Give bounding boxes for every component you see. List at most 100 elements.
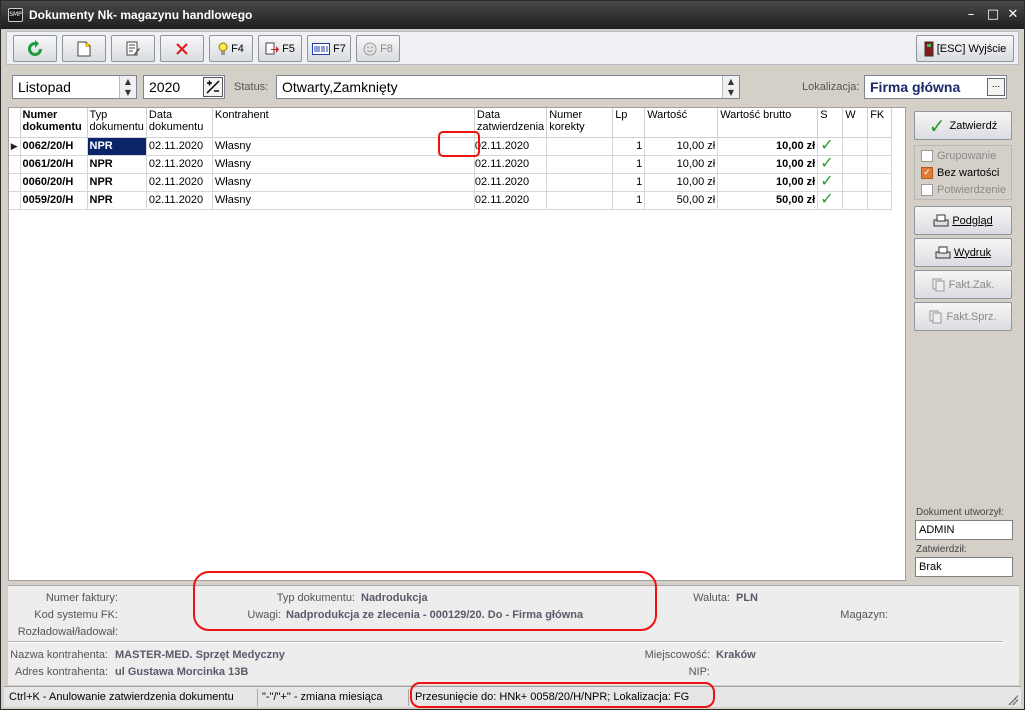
status-select[interactable]: Otwarty,Zamknięty ▲ ▼ [276,75,740,99]
table-row[interactable]: 0059/20/H NPR 02.11.2020 Własny 02.11.2020 1 5… [9,191,893,210]
details-separator [8,641,1003,643]
cell-brutto: 10,00 zł [717,155,819,174]
minimize-icon[interactable]: – [963,7,979,23]
year-field[interactable]: 2020 [143,75,225,99]
column-header[interactable]: Numer dokumentu [20,108,88,138]
f5-button[interactable]: F5 [258,35,302,62]
column-header[interactable]: W [842,108,869,138]
column-header[interactable]: Typ dokumentu [87,108,147,138]
approval-date: 02.11.2020 [474,158,530,170]
cell-s: ✓ [817,137,844,156]
year-stepper-icon[interactable] [203,77,223,97]
smiley-icon [363,42,377,55]
preview-button[interactable]: Podgląd [914,206,1012,235]
month-select[interactable]: Listopad ▲ ▼ [12,75,137,99]
column-header[interactable]: Kontrahent [212,108,475,138]
column-header[interactable]: S [817,108,844,138]
column-header[interactable]: Data dokumentu [146,108,213,138]
cell-typ: NPR [87,173,147,192]
nip-label: NIP: [688,666,710,678]
cell-korekta [546,173,614,192]
checkmark-icon: ✓ [820,137,834,154]
contractor-address-label: Adres kontrahenta: [15,666,108,678]
cell-s: ✓ [817,173,844,192]
print-button[interactable]: Wydruk [914,238,1012,267]
checkbox[interactable]: ✓ [921,167,933,179]
cell-kontrahent: Własny [212,173,475,192]
checkbox[interactable] [921,150,933,162]
approval-date: 02.11.2020 [474,140,530,152]
exit-button[interactable]: [ESC] Wyjście [916,35,1014,62]
cell-numer: 0062/20/H [20,137,88,156]
side-panel: ✓ Zatwierdź Grupowanie ✓ Bez wartości Po… [910,107,1019,581]
cell-fk [867,173,893,192]
print-label: Wydruk [953,246,992,259]
column-header[interactable]: Lp [612,108,646,138]
edit-document-button[interactable] [111,35,155,62]
status-hint-cancel: Ctrl+K - Anulowanie zatwierdzenia dokume… [6,689,258,706]
contractor-address-value: ul Gustawa Morcinka 13B [115,666,249,678]
sales-invoice-button[interactable]: Fakt.Sprz. [914,302,1012,331]
chevron-updown-icon: ▲ ▼ [722,76,739,98]
delete-button[interactable] [160,35,204,62]
column-header[interactable]: Data zatwierdzenia [474,108,548,138]
close-icon[interactable]: ✕ [1005,7,1021,23]
column-header[interactable]: Wartość brutto [717,108,819,138]
checkmark-icon: ✓ [820,191,834,208]
location-field[interactable]: Firma główna ... [864,75,1007,99]
cell-korekta [546,155,614,174]
approval-date: 02.11.2020 [474,176,530,188]
checkmark-icon: ✓ [820,173,834,190]
option-label: Potwierdzenie [937,184,1007,196]
table-row[interactable]: 0060/20/H NPR 02.11.2020 Własny 02.11.2020 1 1… [9,173,893,192]
cell-fk [867,137,893,156]
approved-by-field: Brak [915,557,1013,577]
resize-grip-icon[interactable] [1008,695,1018,705]
option-grouping[interactable]: Grupowanie [921,150,996,162]
app-icon: SMP [8,8,23,22]
approve-button[interactable]: ✓ Zatwierdź [914,111,1012,140]
checkmark-icon: ✓ [820,155,834,172]
f8-label: F8 [380,42,393,55]
doc-type-label: Typ dokumentu: [276,592,355,604]
toolbar: F4 F5 F7 F8 [ESC] Wyjście [6,31,1019,65]
maximize-icon[interactable]: □ [985,7,1001,23]
refresh-icon [28,39,42,56]
options-group: Grupowanie ✓ Bez wartości Potwierdzenie [914,145,1012,200]
exit-door-icon [924,41,934,56]
row-pointer-icon: ▶ [9,137,21,156]
chevron-updown-icon: ▲ ▼ [119,76,136,98]
status-label: Status: [234,81,269,93]
doc-type-value: Nadrodukcja [361,592,428,604]
table-row[interactable]: 0061/20/H NPR 02.11.2020 Własny 02.11.2020 1 1… [9,155,893,174]
column-header[interactable]: Wartość [644,108,719,138]
unloader-label: Rozładował/ładował: [17,626,118,638]
cell-data: 02.11.2020 [146,191,213,210]
option-confirmation[interactable]: Potwierdzenie [921,184,1006,196]
table-row[interactable]: ▶ 0062/20/H NPR 02.11.2020 Własny 02.11.2020 1… [9,137,893,156]
cell-wartosc: 50,00 zł [644,191,719,210]
location-browse-button[interactable]: ... [987,78,1005,96]
option-no-values[interactable]: ✓ Bez wartości [921,167,999,179]
column-header[interactable]: Numer korekty [546,108,614,138]
sales-invoice-label: Fakt.Sprz. [946,310,997,323]
approval-date: 02.11.2020 [474,194,530,206]
cell-korekta [546,191,614,210]
created-by-field: ADMIN [915,520,1013,540]
cell-data_zatw: 02.11.2020 [474,155,548,174]
fk-code-label: Kod systemu FK: [34,609,118,621]
f4-button[interactable]: F4 [209,35,253,62]
city-label: Miejscowość: [644,649,710,661]
column-header[interactable]: FK [867,108,893,138]
purchase-invoice-button[interactable]: Fakt.Zak. [914,270,1012,299]
refresh-button[interactable] [13,35,57,62]
new-document-button[interactable] [62,35,106,62]
cell-data: 02.11.2020 [146,137,213,156]
checkbox[interactable] [921,184,933,196]
f7-button[interactable]: F7 [307,35,351,62]
cell-brutto: 50,00 zł [717,191,819,210]
delete-icon [176,42,188,55]
lightbulb-icon [218,42,228,55]
f8-button[interactable]: F8 [356,35,400,62]
preview-label: Podgląd [952,214,993,227]
